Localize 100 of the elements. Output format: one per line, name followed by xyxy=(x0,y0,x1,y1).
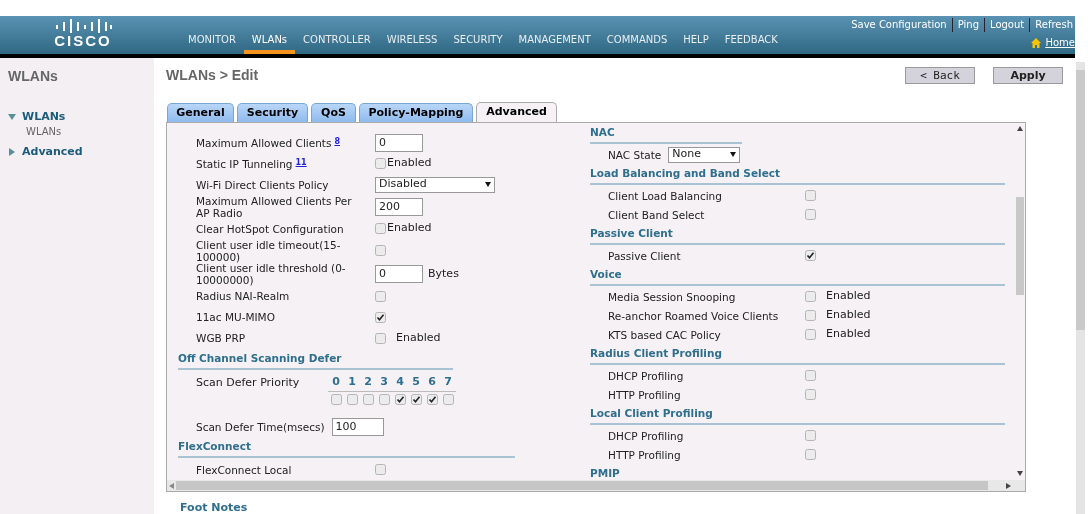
dropdown[interactable]: Disabled xyxy=(375,176,495,193)
scroll-right-arrow-icon[interactable] xyxy=(1006,482,1011,489)
field-label: Scan Defer Time(msecs) xyxy=(196,420,325,433)
checkbox[interactable] xyxy=(805,449,816,460)
priority-number: 0 xyxy=(331,373,341,390)
sidebar-subitem[interactable]: WLANs xyxy=(26,125,62,138)
nav-tab[interactable]: FEEDBACK xyxy=(716,32,786,54)
checkbox[interactable] xyxy=(394,394,406,405)
collapse-triangle-icon[interactable] xyxy=(8,113,16,122)
field-label: FlexConnect Local xyxy=(196,463,292,476)
page-scrollbar[interactable] xyxy=(1076,62,1085,514)
tab[interactable]: General xyxy=(167,103,234,122)
checkbox[interactable] xyxy=(375,158,386,169)
field-label: Maximum Allowed Clients Per AP Radio xyxy=(196,194,353,219)
input-field[interactable]: 100 xyxy=(331,417,384,436)
logo-text: CISCO xyxy=(54,33,112,49)
tab[interactable]: Security xyxy=(237,103,308,122)
apply-button[interactable]: Apply xyxy=(993,66,1063,84)
checkbox[interactable] xyxy=(805,370,816,381)
nav-tab[interactable]: COMMANDS xyxy=(598,32,676,54)
caret-icon xyxy=(730,152,737,157)
sidebar-item[interactable]: WLANs xyxy=(22,109,66,126)
checkbox[interactable] xyxy=(375,223,386,235)
scroll-up-arrow-icon[interactable] xyxy=(1017,126,1023,131)
scrollbar-thumb[interactable] xyxy=(176,481,988,490)
nav-tab[interactable]: WLANs xyxy=(243,32,296,54)
footnote-link[interactable]: 8 xyxy=(334,135,340,148)
checkbox[interactable] xyxy=(805,329,816,340)
section-heading: Load Balancing and Band Select xyxy=(590,166,780,180)
checkbox[interactable] xyxy=(442,394,454,405)
input-field[interactable]: 200 xyxy=(375,197,423,216)
field-label: KTS based CAC Policy xyxy=(608,328,721,341)
checkbox[interactable] xyxy=(426,394,438,405)
home-link[interactable]: Home xyxy=(1031,35,1075,50)
field-label: Client user idle timeout(15-100000) xyxy=(196,238,342,263)
tab[interactable]: QoS xyxy=(311,103,356,122)
option-label: Enabled xyxy=(387,155,432,172)
field-label: Radius NAI-Realm xyxy=(196,290,290,302)
top-link[interactable]: Logout xyxy=(984,18,1030,32)
nav-tab[interactable]: CONTROLLER xyxy=(295,32,379,54)
checkbox[interactable] xyxy=(375,332,386,344)
option-label: Enabled xyxy=(826,307,871,324)
checkbox[interactable] xyxy=(805,291,816,302)
checkbox[interactable] xyxy=(375,290,386,302)
scrollbar-thumb[interactable] xyxy=(1016,197,1024,295)
sidebar-item[interactable]: Advanced xyxy=(22,143,83,160)
checkbox[interactable] xyxy=(805,310,816,321)
nav-tab[interactable]: MONITOR xyxy=(180,32,244,54)
option-label: Enabled xyxy=(826,288,871,305)
top-link[interactable]: Save Configuration xyxy=(846,18,952,32)
section-heading: Local Client Profiling xyxy=(590,406,713,420)
checkbox[interactable] xyxy=(378,394,390,405)
section-heading: PMIP xyxy=(590,466,620,480)
field-label: Maximum Allowed Clients xyxy=(196,136,332,149)
nav-tab[interactable]: WIRELESS xyxy=(378,32,446,54)
checkbox[interactable] xyxy=(805,389,816,400)
checkbox[interactable] xyxy=(375,464,386,475)
checkbox[interactable] xyxy=(805,430,816,441)
back-button[interactable]: < Back xyxy=(905,66,975,84)
top-link[interactable]: Ping xyxy=(951,18,984,32)
section-heading: Radius Client Profiling xyxy=(590,346,722,360)
footnote-link[interactable]: 11 xyxy=(295,156,307,169)
field-label: HTTP Profiling xyxy=(608,448,681,461)
checkbox[interactable] xyxy=(362,394,374,405)
page-title: WLANs > Edit xyxy=(166,65,259,85)
field-label: Client Load Balancing xyxy=(608,189,722,202)
checkbox[interactable] xyxy=(410,394,422,405)
priority-number: 4 xyxy=(395,373,405,390)
field-label: Passive Client xyxy=(608,249,681,262)
nav-tab[interactable]: SECURITY xyxy=(445,32,511,54)
priority-number: 1 xyxy=(347,373,357,390)
scroll-down-arrow-icon[interactable] xyxy=(1017,471,1023,476)
checkbox[interactable] xyxy=(805,250,816,261)
input-field[interactable]: 0 xyxy=(375,133,423,152)
checkbox[interactable] xyxy=(346,394,358,405)
nav-tab[interactable]: MANAGEMENT xyxy=(510,32,599,54)
scroll-left-arrow-icon[interactable] xyxy=(169,482,174,489)
scrollbar-thumb[interactable] xyxy=(1076,70,1085,330)
foot-notes-heading: Foot Notes xyxy=(180,500,248,514)
tab[interactable]: Policy-Mapping xyxy=(359,103,473,122)
field-label: DHCP Profiling xyxy=(608,369,684,382)
checkbox[interactable] xyxy=(805,209,816,220)
priority-number: 7 xyxy=(443,373,453,390)
field-label: Scan Defer Priority xyxy=(196,374,301,391)
input-field[interactable]: 0 xyxy=(375,264,423,283)
checkbox[interactable] xyxy=(375,311,386,323)
dropdown[interactable]: None xyxy=(668,146,741,163)
field-label: 11ac MU-MIMO xyxy=(196,311,275,323)
nav-tab[interactable]: HELP xyxy=(675,32,717,54)
section-heading: Passive Client xyxy=(590,226,673,240)
field-label: HTTP Profiling xyxy=(608,388,681,401)
option-label: Enabled xyxy=(387,220,432,237)
expand-triangle-icon[interactable] xyxy=(8,147,16,156)
tab[interactable]: Advanced xyxy=(476,102,557,122)
checkbox[interactable] xyxy=(375,245,386,257)
caret-icon xyxy=(485,182,491,187)
horizontal-scrollbar[interactable] xyxy=(167,480,1025,491)
checkbox[interactable] xyxy=(330,394,342,405)
checkbox[interactable] xyxy=(805,190,816,201)
top-link[interactable]: Refresh xyxy=(1029,18,1075,32)
